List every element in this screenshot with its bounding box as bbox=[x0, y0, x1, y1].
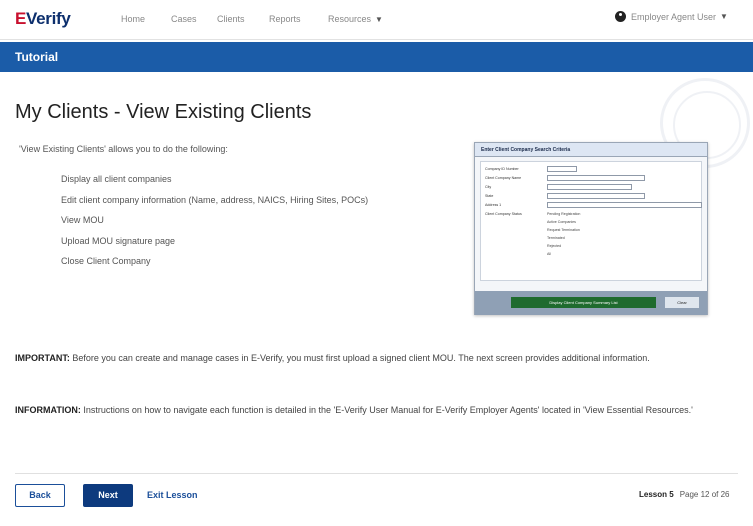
screenshot-form: Company ID Number Client Company Name Ci… bbox=[480, 161, 702, 281]
logo-verify: Verify bbox=[26, 9, 71, 28]
page-counter: Page 12 of 26 bbox=[679, 490, 730, 499]
field-label: Company ID Number bbox=[485, 167, 519, 171]
list-item: Close Client Company bbox=[61, 256, 151, 266]
field-label: Address 1 bbox=[485, 203, 502, 207]
status-option: Pending Registration bbox=[547, 212, 581, 216]
important-text: Before you can create and manage cases i… bbox=[69, 353, 650, 363]
status-option: Rejected bbox=[547, 244, 562, 248]
lesson-number: Lesson 5 bbox=[639, 490, 674, 499]
next-button[interactable]: Next bbox=[83, 484, 133, 507]
lesson-progress: Lesson 5 Page 12 of 26 bbox=[639, 490, 730, 499]
user-icon bbox=[615, 11, 626, 22]
search-criteria-screenshot: Enter Client Company Search Criteria Com… bbox=[474, 142, 708, 315]
status-option: All bbox=[547, 252, 551, 256]
chevron-down-icon: ▼ bbox=[375, 15, 383, 24]
display-summary-button: Display Client Company Summary List bbox=[511, 297, 656, 308]
important-label: IMPORTANT: bbox=[15, 353, 70, 363]
field-box bbox=[547, 184, 632, 190]
field-box bbox=[547, 175, 645, 181]
intro-text: 'View Existing Clients' allows you to do… bbox=[19, 144, 228, 154]
list-item: Edit client company information (Name, a… bbox=[61, 194, 369, 205]
field-label: State bbox=[485, 194, 494, 198]
logo-e: E bbox=[15, 9, 27, 28]
exit-lesson-link[interactable]: Exit Lesson bbox=[147, 490, 198, 500]
field-box bbox=[547, 202, 702, 208]
status-option: Request Termination bbox=[547, 228, 580, 232]
user-name: Employer Agent User bbox=[631, 11, 717, 22]
screenshot-footer: Display Client Company Summary List Clea… bbox=[475, 291, 707, 315]
user-menu[interactable]: Employer Agent User ▼ bbox=[615, 11, 728, 22]
nav-resources-label: Resources bbox=[328, 14, 372, 24]
page-title: My Clients - View Existing Clients bbox=[15, 101, 312, 123]
information-label: INFORMATION: bbox=[15, 405, 81, 415]
nav-link-home[interactable]: Home bbox=[121, 14, 145, 24]
nav-link-resources[interactable]: Resources ▼ bbox=[328, 14, 383, 24]
status-option: Active Companies bbox=[547, 220, 576, 224]
field-label: Client Company Name bbox=[485, 176, 522, 180]
divider bbox=[15, 473, 738, 474]
chevron-down-icon: ▼ bbox=[720, 12, 728, 21]
nav-link-reports[interactable]: Reports bbox=[269, 14, 301, 24]
top-navigation: EVerify Home Cases Clients Reports Resou… bbox=[0, 0, 753, 40]
list-item: Upload MOU signature page bbox=[61, 235, 176, 246]
field-label: Client Company Status bbox=[485, 212, 522, 216]
back-button[interactable]: Back bbox=[15, 484, 65, 507]
field-label: City bbox=[485, 185, 492, 189]
tutorial-label: Tutorial bbox=[15, 50, 59, 64]
list-item: Display all client companies bbox=[61, 174, 172, 184]
information-text: Instructions on how to navigate each fun… bbox=[80, 405, 693, 415]
field-box bbox=[547, 166, 577, 172]
clear-button: Clear bbox=[665, 297, 699, 308]
feature-list: Display all client companies Edit client… bbox=[61, 174, 368, 277]
screenshot-header: Enter Client Company Search Criteria bbox=[475, 143, 707, 157]
e-verify-logo[interactable]: EVerify bbox=[15, 9, 71, 29]
list-item: View MOU bbox=[61, 215, 104, 225]
important-note: IMPORTANT: Before you can create and man… bbox=[15, 350, 740, 367]
nav-link-clients[interactable]: Clients bbox=[217, 14, 245, 24]
field-box bbox=[547, 193, 645, 199]
information-note: INFORMATION: Instructions on how to navi… bbox=[15, 402, 740, 419]
status-option: Terminated bbox=[547, 236, 565, 240]
tutorial-bar: Tutorial bbox=[0, 42, 753, 72]
nav-link-cases[interactable]: Cases bbox=[171, 14, 197, 24]
